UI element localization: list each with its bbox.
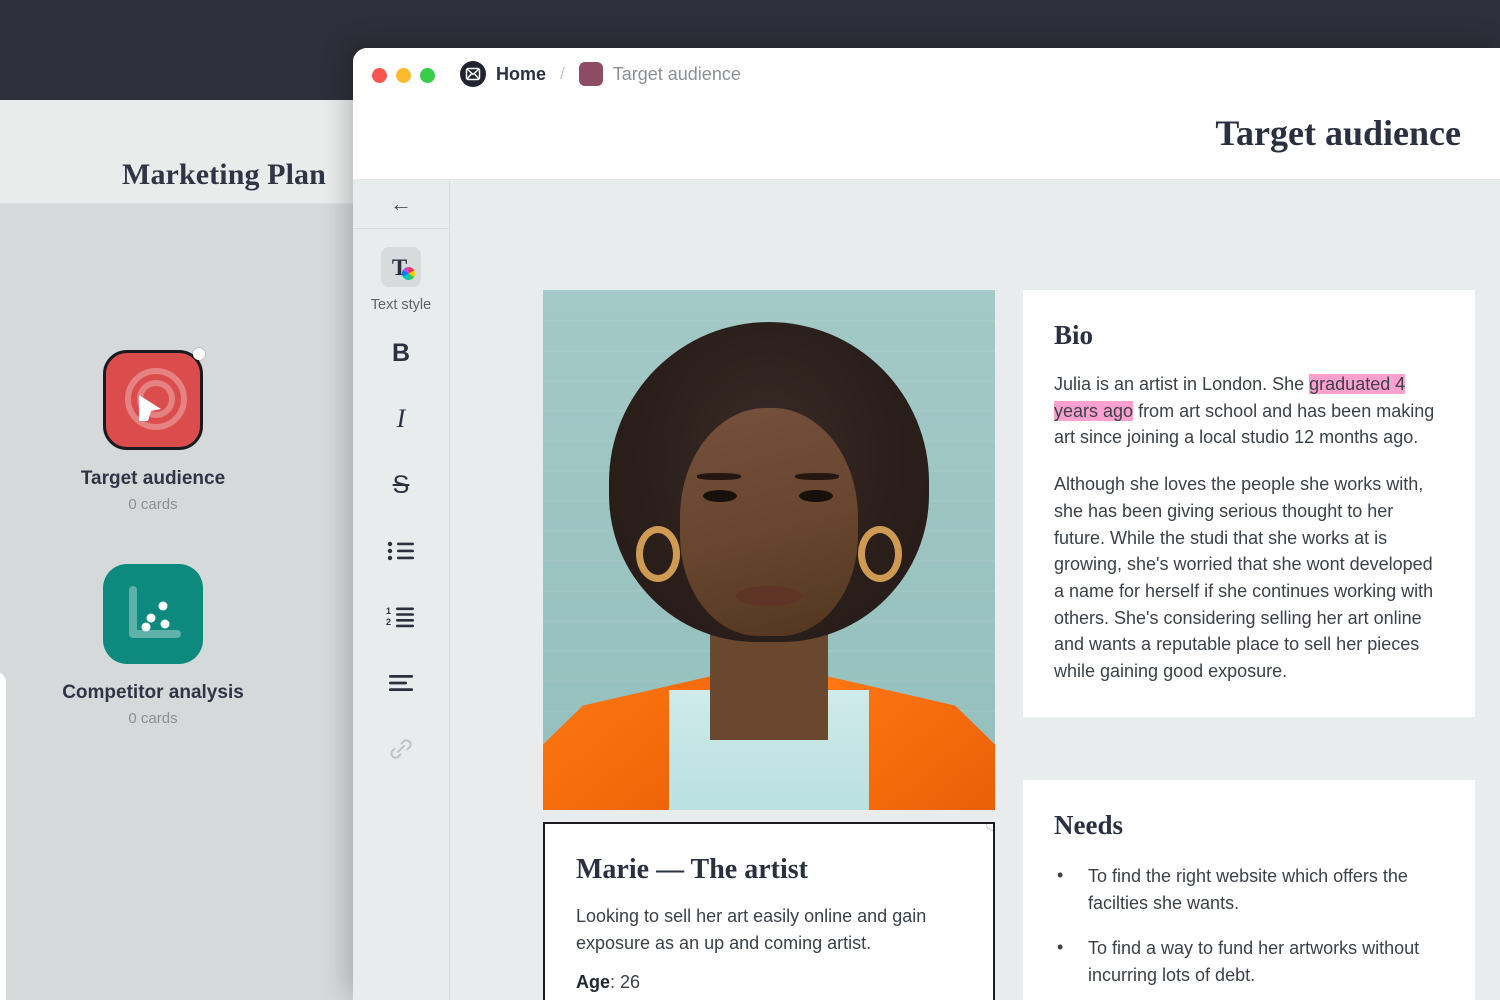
needs-heading: Needs [1054,810,1444,841]
minimize-window-button[interactable] [396,68,411,83]
board-item-card-count: 0 cards [48,496,258,513]
photo-brow-left [697,473,741,480]
bio-p1-before: Julia is an artist in London. She [1054,374,1309,394]
app-logo-icon[interactable] [460,61,486,87]
window-body: ← T Text style B I S [353,180,1500,1000]
link-button[interactable] [371,723,431,775]
photo-brow-right [795,473,839,480]
window-titlebar: Home / Target audience [353,48,1500,104]
screen-root: Marketing Plan Target audience 0 cards [0,0,1500,1000]
persona-title: Marie — The artist [576,854,962,886]
bullet-list-icon [387,540,415,562]
svg-text:2: 2 [386,617,391,627]
numbered-list-button[interactable]: 1 2 [371,591,431,643]
formatting-toolbar: ← T Text style B I S [353,180,450,1000]
align-left-icon [387,674,415,692]
bio-paragraph-2: Although she loves the people she works … [1054,471,1444,685]
persona-field-age-value: 26 [620,972,640,992]
link-icon [388,736,414,762]
bio-heading: Bio [1054,320,1444,351]
breadcrumb-color-swatch [579,62,603,86]
back-arrow-icon[interactable]: ← [353,180,449,229]
photo-lips [736,586,802,606]
breadcrumb: Home / Target audience [460,61,741,87]
board-item-label: Target audience [48,468,258,490]
selection-handle-dot [193,348,205,360]
target-bullseye-glyph [106,353,206,453]
resize-handle[interactable] [987,822,995,830]
photo-earring-right [858,526,902,582]
bullet-list-button[interactable] [371,525,431,577]
app-logo-glyph [465,66,481,82]
breadcrumb-current-page: Target audience [613,64,741,85]
needs-card[interactable]: Needs To find the right website which of… [1023,780,1475,1000]
persona-field-age-label: Age [576,972,610,992]
scatter-chart-icon [103,564,203,664]
persona-card[interactable]: Marie — The artist Looking to sell her a… [543,822,995,1000]
persona-photo[interactable] [543,290,995,810]
text-style-label: Text style [371,297,431,313]
text-style-button[interactable]: T Text style [371,247,431,313]
board-item-label: Competitor analysis [48,682,258,704]
bio-card[interactable]: Bio Julia is an artist in London. She gr… [1023,290,1475,717]
strikethrough-button[interactable]: S [371,459,431,511]
main-app-window: Home / Target audience Target audience ←… [353,48,1500,1000]
page-header: Target audience [353,104,1500,180]
board-item-competitor-analysis[interactable]: Competitor analysis 0 cards [48,564,258,727]
target-icon [103,350,203,450]
list-item: To find the right website which offers t… [1054,863,1444,916]
photo-eye-left [703,490,737,502]
document-canvas: Marie — The artist Looking to sell her a… [450,180,1500,1000]
text-style-icon: T [381,247,421,287]
bold-button[interactable]: B [371,327,431,379]
color-wheel-icon [402,267,415,280]
persona-field-age-sep: : [610,972,620,992]
scatter-chart-glyph [103,564,203,664]
breadcrumb-separator: / [556,64,569,84]
traffic-lights [372,68,435,83]
board-item-card-count: 0 cards [48,710,258,727]
page-title: Target audience [1215,112,1461,154]
list-item: To find a way to fund her artworks witho… [1054,935,1444,988]
maximize-window-button[interactable] [420,68,435,83]
persona-description: Looking to sell her art easily online an… [576,903,962,957]
numbered-list-icon: 1 2 [386,606,416,628]
close-window-button[interactable] [372,68,387,83]
persona-field-age: Age: 26 [576,972,962,993]
svg-text:1: 1 [386,606,391,616]
bio-paragraph-1: Julia is an artist in London. She gradua… [1054,371,1444,451]
breadcrumb-home-link[interactable]: Home [496,64,546,85]
toolbar-tools: T Text style B I S [353,229,449,775]
needs-list: To find the right website which offers t… [1054,863,1444,989]
photo-eye-right [799,490,833,502]
background-left-card-edge [0,672,6,1000]
italic-button[interactable]: I [371,393,431,445]
align-button[interactable] [371,657,431,709]
board-item-target-audience[interactable]: Target audience 0 cards [48,350,258,513]
photo-earring-left [636,526,680,582]
